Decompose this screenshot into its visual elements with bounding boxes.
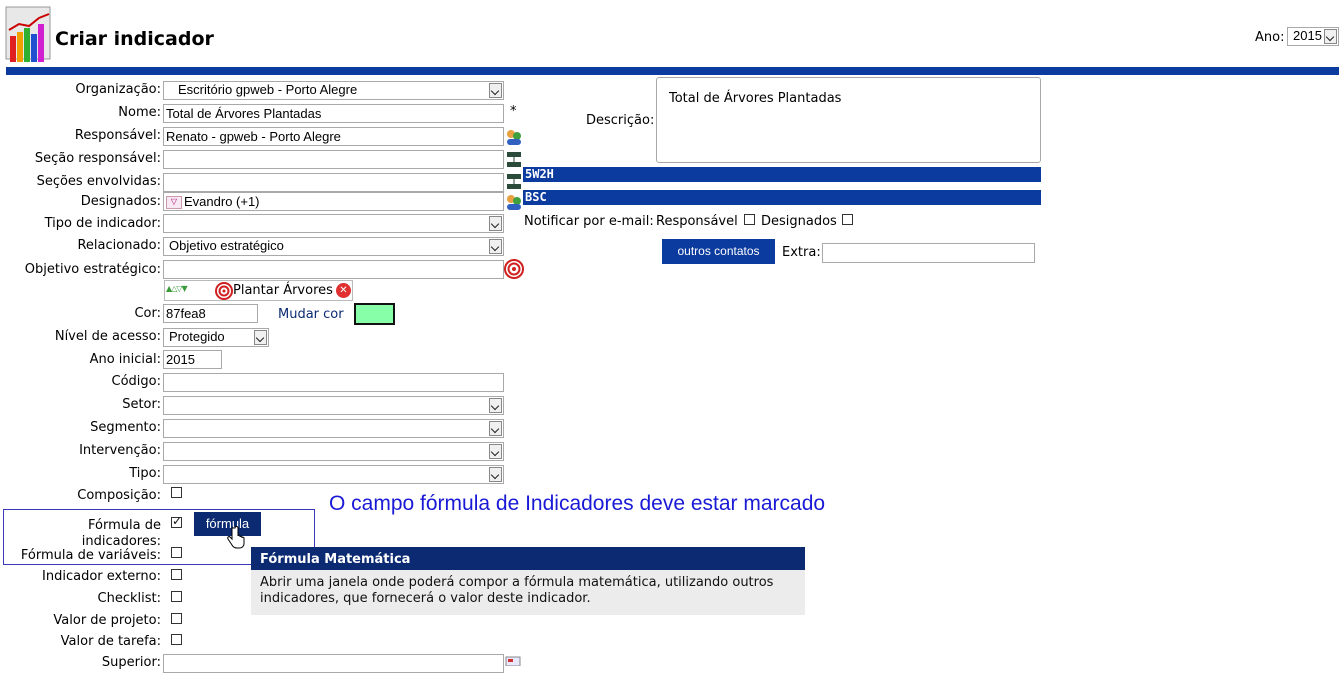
checklist-label: Checklist: xyxy=(97,591,161,606)
codigo-input[interactable] xyxy=(163,373,504,392)
notify-label: Notificar por e-mail: xyxy=(524,214,654,229)
nivel-acesso-label: Nível de acesso: xyxy=(54,329,161,344)
tipo-select[interactable] xyxy=(163,465,504,484)
tipo-label: Tipo: xyxy=(129,466,161,481)
section-bsc[interactable]: BSC xyxy=(523,190,1041,205)
intervencao-select[interactable] xyxy=(163,442,504,461)
chevron-down-icon xyxy=(489,467,502,482)
app-logo xyxy=(5,6,53,64)
annotation-text: O campo fórmula de Indicadores deve esta… xyxy=(329,492,826,515)
indicador-externo-checkbox[interactable] xyxy=(171,569,182,580)
tooltip-panel: Fórmula Matemática Abrir uma janela onde… xyxy=(251,547,805,615)
tipo-indicador-label: Tipo de indicador: xyxy=(44,216,161,231)
tooltip-body: Abrir uma janela onde poderá compor a fó… xyxy=(260,575,774,606)
objetivo-estrategico-label: Objetivo estratégico: xyxy=(24,262,161,277)
chevron-down-icon xyxy=(1324,29,1337,44)
nome-input[interactable]: Total de Árvores Plantadas xyxy=(163,104,504,123)
ano-inicial-input[interactable]: 2015 xyxy=(163,350,222,369)
reorder-arrows-icon[interactable]: ▲△▽▼ xyxy=(166,284,188,293)
mudar-cor-link[interactable]: Mudar cor xyxy=(278,307,344,322)
extra-label: Extra: xyxy=(782,245,821,260)
secoes-envolvidas-label: Seções envolvidas: xyxy=(36,174,161,189)
tipo-indicador-select[interactable] xyxy=(163,214,504,233)
organizacao-select[interactable]: Escritório gpweb - Porto Alegre xyxy=(163,81,504,100)
chevron-down-icon xyxy=(254,330,267,345)
cor-input[interactable]: 87fea8 xyxy=(163,304,258,323)
relacionado-select[interactable]: Objetivo estratégico xyxy=(163,237,504,256)
formula-variaveis-checkbox[interactable] xyxy=(171,547,182,558)
setor-select[interactable] xyxy=(163,396,504,415)
relacionado-label: Relacionado: xyxy=(77,238,161,253)
page-title: Criar indicador xyxy=(55,28,214,50)
required-mark: * xyxy=(510,104,517,119)
checklist-checkbox[interactable] xyxy=(171,591,182,602)
codigo-label: Código: xyxy=(111,374,161,389)
tooltip-title: Fórmula Matemática xyxy=(251,547,805,570)
org-chart-icon[interactable] xyxy=(505,150,523,168)
users-icon[interactable] xyxy=(505,128,523,146)
designados-label: Designados: xyxy=(80,194,161,209)
color-swatch[interactable] xyxy=(354,303,395,325)
search-list-icon[interactable] xyxy=(505,655,523,673)
cor-label: Cor: xyxy=(134,306,161,321)
section-5w2h[interactable]: 5W2H xyxy=(523,167,1041,182)
users-icon[interactable] xyxy=(505,193,523,211)
secao-responsavel-input[interactable] xyxy=(163,150,504,169)
extra-input[interactable] xyxy=(822,243,1035,263)
notify-responsavel-label: Responsável xyxy=(656,214,738,229)
objetivo-estrategico-input[interactable] xyxy=(163,260,504,279)
hand-cursor-icon xyxy=(226,526,246,554)
descricao-label: Descrição: xyxy=(586,113,655,128)
chevron-down-icon xyxy=(489,398,502,413)
target-icon[interactable] xyxy=(504,259,524,279)
intervencao-label: Intervenção: xyxy=(79,443,161,458)
year-label: Ano: xyxy=(1255,30,1285,45)
segmento-label: Segmento: xyxy=(90,420,161,435)
descricao-textarea[interactable]: Total de Árvores Plantadas xyxy=(656,77,1041,163)
outros-contatos-button[interactable]: outros contatos xyxy=(662,239,775,264)
remove-icon[interactable]: ✕ xyxy=(336,283,351,298)
formula-indicadores-label: Fórmula de indicadores: xyxy=(81,518,161,549)
objective-item-row: ▲△▽▼ Plantar Árvores ✕ xyxy=(164,280,353,301)
responsavel-input[interactable]: Renato - gpweb - Porto Alegre xyxy=(163,127,504,146)
nome-label: Nome: xyxy=(118,105,161,120)
organizacao-label: Organização: xyxy=(75,82,161,97)
valor-projeto-checkbox[interactable] xyxy=(171,613,182,624)
indicador-externo-label: Indicador externo: xyxy=(42,569,161,584)
chevron-down-icon xyxy=(489,239,502,254)
objective-item-label: Plantar Árvores xyxy=(233,283,333,298)
composicao-label: Composição: xyxy=(77,488,161,503)
composicao-checkbox[interactable] xyxy=(171,487,182,498)
org-chart-icon[interactable] xyxy=(505,172,523,190)
setor-label: Setor: xyxy=(122,397,161,412)
segmento-select[interactable] xyxy=(163,419,504,438)
year-select[interactable]: 2015 xyxy=(1287,27,1339,46)
designados-input[interactable]: ▽ Evandro (+1) xyxy=(163,192,504,211)
formula-variaveis-label: Fórmula de variáveis: xyxy=(20,548,161,563)
chevron-down-icon xyxy=(489,83,502,98)
secoes-envolvidas-input[interactable] xyxy=(163,173,504,192)
chevron-down-icon xyxy=(489,216,502,231)
valor-projeto-label: Valor de projeto: xyxy=(53,613,161,628)
notify-designados-label: Designados xyxy=(761,214,837,229)
notify-responsavel-checkbox[interactable] xyxy=(744,214,755,225)
valor-tarefa-label: Valor de tarefa: xyxy=(60,634,161,649)
valor-tarefa-checkbox[interactable] xyxy=(171,634,182,645)
notify-designados-checkbox[interactable] xyxy=(842,214,853,225)
expand-icon[interactable]: ▽ xyxy=(166,196,182,210)
nivel-acesso-select[interactable]: Protegido xyxy=(163,328,269,347)
superior-label: Superior: xyxy=(101,655,161,670)
responsavel-label: Responsável: xyxy=(74,128,161,143)
chevron-down-icon xyxy=(489,444,502,459)
secao-responsavel-label: Seção responsável: xyxy=(34,151,161,166)
formula-indicadores-checkbox[interactable] xyxy=(171,514,182,528)
chevron-down-icon xyxy=(489,421,502,436)
header-divider xyxy=(6,67,1339,75)
ano-inicial-label: Ano inicial: xyxy=(89,352,161,367)
target-icon xyxy=(215,282,233,304)
